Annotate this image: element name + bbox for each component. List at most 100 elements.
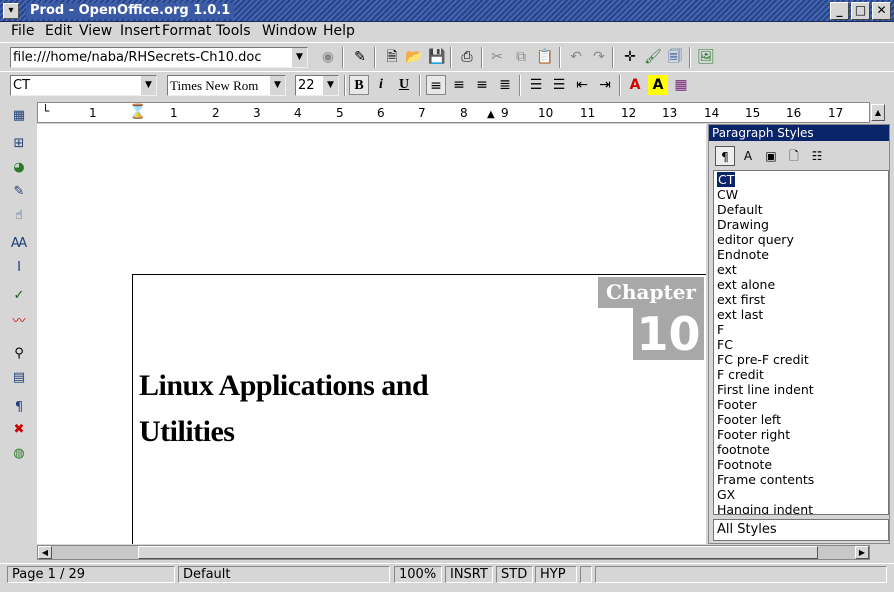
font-size-dropdown-icon[interactable]: ▼: [322, 76, 338, 95]
style-filter-select[interactable]: All Styles: [713, 519, 889, 541]
style-item[interactable]: ext alone: [717, 277, 775, 292]
form-functions-icon[interactable]: ☝: [9, 206, 29, 226]
style-item[interactable]: ext first: [717, 292, 765, 307]
underline-button[interactable]: U: [394, 75, 414, 95]
justify-icon[interactable]: ≣: [495, 75, 515, 95]
menu-tools[interactable]: Tools: [216, 22, 251, 40]
style-item[interactable]: Footnote: [717, 457, 772, 472]
open-folder-icon[interactable]: 📂: [404, 47, 424, 67]
style-item[interactable]: ext: [717, 262, 737, 277]
tab-stop-type-icon[interactable]: └: [42, 105, 54, 117]
bullets-icon[interactable]: ☰: [549, 75, 569, 95]
selection-mode-indicator[interactable]: STD: [496, 566, 533, 583]
online-layout-icon[interactable]: ◍: [9, 444, 29, 464]
menu-insert[interactable]: Insert: [120, 22, 160, 40]
highlight-icon[interactable]: A: [648, 75, 668, 95]
minimize-icon[interactable]: _: [830, 2, 849, 20]
edit-file-icon[interactable]: ✎: [350, 47, 370, 67]
decrease-indent-icon[interactable]: ⇤: [572, 75, 592, 95]
insert-fields-icon[interactable]: ⊞: [9, 134, 29, 154]
align-left-icon[interactable]: ≡: [426, 75, 446, 95]
url-field[interactable]: file:///home/naba/RHSecrets-Ch10.doc: [10, 47, 308, 68]
style-item[interactable]: CW: [717, 187, 738, 202]
menu-help[interactable]: Help: [323, 22, 355, 40]
new-document-icon[interactable]: 🗎: [382, 47, 402, 67]
style-item[interactable]: GX: [717, 487, 735, 502]
edit-autotext-icon[interactable]: Ꜳ: [9, 234, 29, 254]
autospellcheck-icon[interactable]: 〰: [9, 312, 29, 332]
style-item[interactable]: Drawing: [717, 217, 769, 232]
close-icon[interactable]: ✕: [872, 2, 891, 20]
save-icon[interactable]: 💾: [427, 47, 447, 67]
numbering-icon[interactable]: ☰: [526, 75, 546, 95]
redo-icon[interactable]: ↷: [589, 47, 609, 67]
style-item[interactable]: FC pre-F credit: [717, 352, 809, 367]
insert-table-icon[interactable]: ▦: [9, 106, 29, 126]
frame-styles-icon[interactable]: ▣: [761, 146, 781, 166]
bold-button[interactable]: B: [349, 75, 369, 95]
hyperlink-dialog-icon[interactable]: 🗐: [665, 47, 685, 67]
style-item[interactable]: Hanging indent: [717, 502, 813, 514]
style-item[interactable]: First line indent: [717, 382, 814, 397]
character-styles-icon[interactable]: A: [738, 146, 758, 166]
align-center-icon[interactable]: ≡: [449, 75, 469, 95]
stylist-icon[interactable]: 🖌: [643, 47, 663, 67]
page-styles-icon[interactable]: 🗋: [784, 146, 804, 166]
undo-icon[interactable]: ↶: [566, 47, 586, 67]
menu-format[interactable]: Format: [162, 22, 211, 40]
horizontal-ruler[interactable]: └ ⌛ ▲ 1 1 2 3 4 5 6 7 8 9 10 11 12 13 14…: [37, 102, 885, 123]
window-menu-icon[interactable]: ▾: [3, 3, 19, 19]
find-replace-icon[interactable]: ⚲: [9, 344, 29, 364]
font-name-dropdown-icon[interactable]: ▼: [269, 76, 285, 95]
font-color-icon[interactable]: A: [625, 75, 645, 95]
page-style-indicator[interactable]: Default: [178, 566, 390, 583]
insert-mode-indicator[interactable]: INSRT: [445, 566, 493, 583]
style-item[interactable]: F credit: [717, 367, 764, 382]
copy-icon[interactable]: ⧉: [511, 47, 531, 67]
scroll-left-icon[interactable]: ◀: [38, 546, 52, 559]
page[interactable]: Chapter 10 Linux Applications and Utilit…: [132, 274, 706, 544]
numbering-styles-icon[interactable]: ☷: [807, 146, 827, 166]
navigator-icon[interactable]: ✛: [620, 47, 640, 67]
nonprinting-characters-icon[interactable]: ¶: [9, 398, 29, 418]
style-item[interactable]: Default: [717, 202, 763, 217]
menu-edit[interactable]: Edit: [45, 22, 72, 40]
url-dropdown-icon[interactable]: ▼: [291, 48, 307, 67]
graphics-off-icon[interactable]: ✖: [9, 420, 29, 440]
increase-indent-icon[interactable]: ⇥: [595, 75, 615, 95]
hyperlink-mode-indicator[interactable]: HYP: [535, 566, 577, 583]
style-item[interactable]: Endnote: [717, 247, 769, 262]
style-item[interactable]: Frame contents: [717, 472, 814, 487]
style-item[interactable]: ext last: [717, 307, 763, 322]
left-indent-marker-icon[interactable]: ⌛: [129, 105, 146, 119]
insert-objects-icon[interactable]: ◕: [9, 158, 29, 178]
right-indent-marker-icon[interactable]: ▲: [487, 109, 495, 120]
background-color-icon[interactable]: ▦: [671, 75, 691, 95]
scrollbar-thumb[interactable]: [138, 546, 818, 559]
stop-loading-icon[interactable]: ◉: [318, 47, 338, 67]
align-right-icon[interactable]: ≡: [472, 75, 492, 95]
paragraph-styles-icon[interactable]: ¶: [715, 146, 735, 166]
gallery-icon[interactable]: 🖼: [696, 47, 716, 67]
style-item[interactable]: F: [717, 322, 724, 337]
show-draw-functions-icon[interactable]: ✎: [9, 182, 29, 202]
horizontal-scrollbar[interactable]: ◀ ▶: [37, 545, 870, 560]
maximize-icon[interactable]: □: [851, 2, 870, 20]
zoom-indicator[interactable]: 100%: [394, 566, 442, 583]
scroll-up-icon[interactable]: ▲: [871, 104, 885, 121]
menu-file[interactable]: File: [11, 22, 34, 40]
paste-icon[interactable]: 📋: [535, 47, 555, 67]
page-indicator[interactable]: Page 1 / 29: [7, 566, 175, 583]
menu-window[interactable]: Window: [262, 22, 317, 40]
style-item-selected[interactable]: CT: [717, 172, 736, 187]
document-canvas[interactable]: Chapter 10 Linux Applications and Utilit…: [37, 124, 706, 544]
style-item[interactable]: FC: [717, 337, 733, 352]
menu-view[interactable]: View: [79, 22, 112, 40]
styles-list[interactable]: CT CW Default Drawing editor query Endno…: [713, 170, 889, 515]
print-icon[interactable]: ⎙: [457, 47, 477, 67]
text-cursor-icon[interactable]: I: [9, 258, 29, 278]
style-item[interactable]: footnote: [717, 442, 770, 457]
cut-icon[interactable]: ✂: [487, 47, 507, 67]
style-item[interactable]: Footer: [717, 397, 757, 412]
data-sources-icon[interactable]: ▤: [9, 368, 29, 388]
